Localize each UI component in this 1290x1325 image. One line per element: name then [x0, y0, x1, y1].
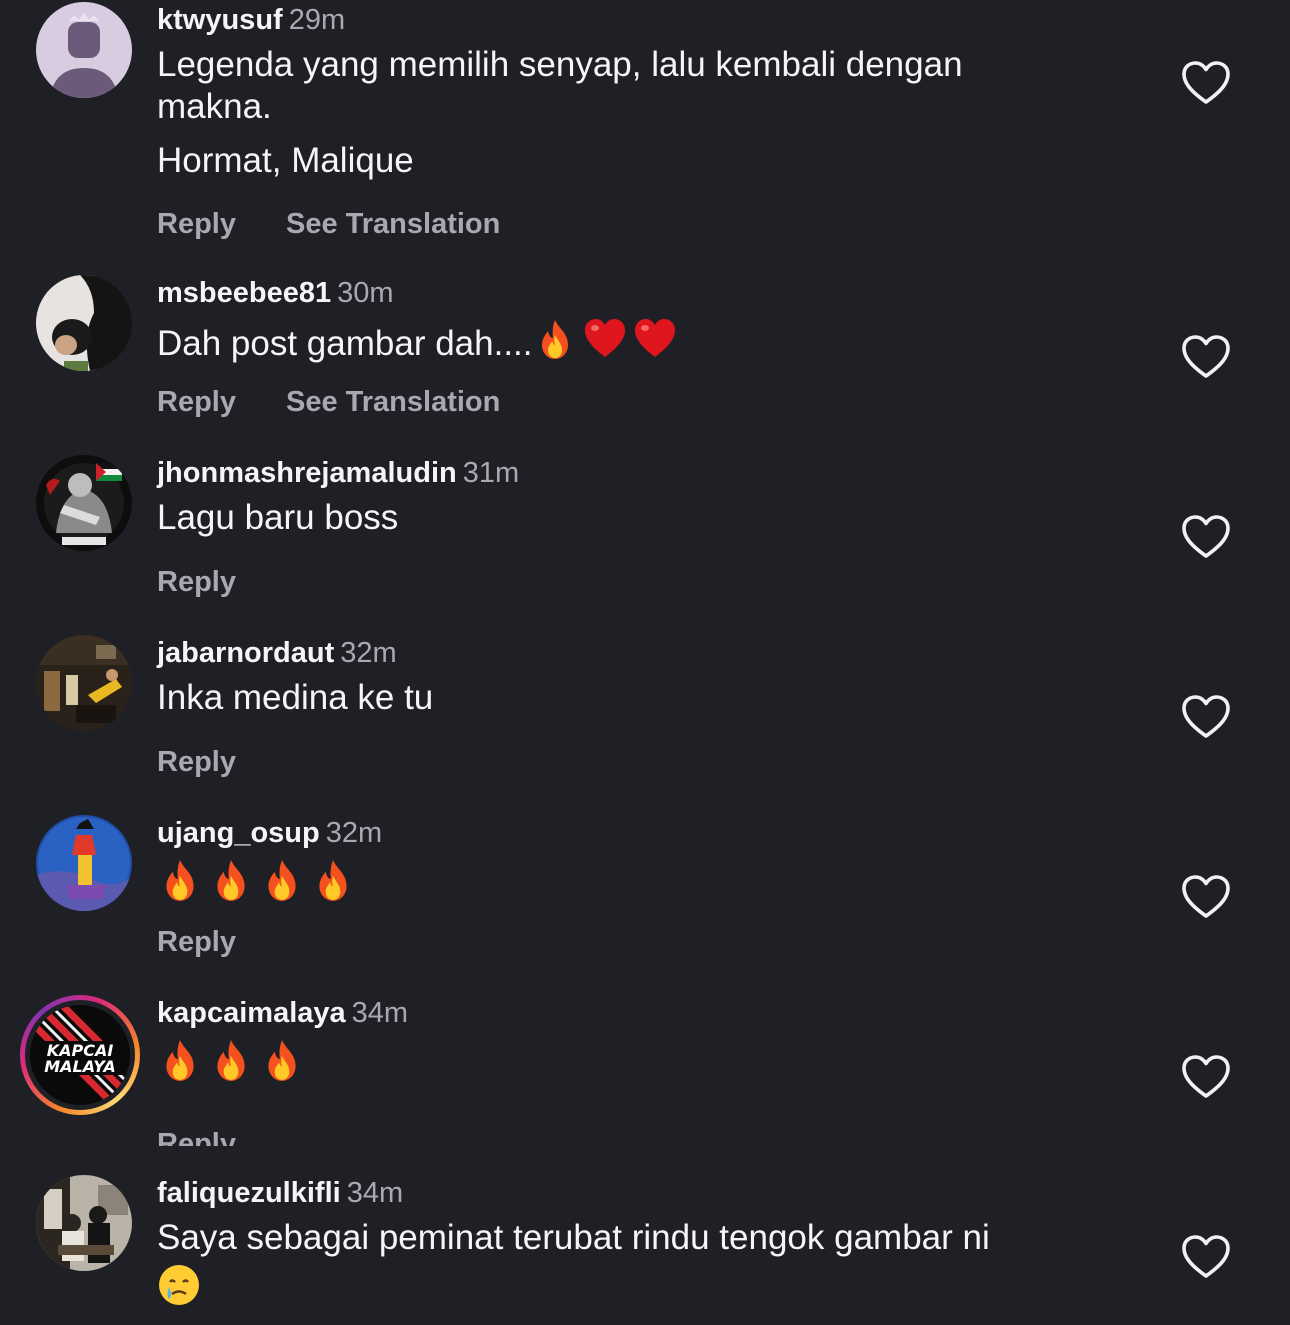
fire-icon — [208, 1037, 254, 1083]
reply-button[interactable]: Reply — [157, 386, 236, 419]
comment-text: Inka medina ke tu — [157, 677, 1147, 719]
avatar[interactable] — [36, 275, 132, 371]
fire-icon — [157, 1037, 203, 1083]
username[interactable]: msbeebee81 — [157, 277, 331, 309]
reply-button[interactable]: Reply — [157, 1128, 236, 1146]
username[interactable]: ujang_osup — [157, 817, 320, 849]
heart-emoji-icon — [633, 317, 677, 361]
comment-text-line: Dah post gambar dah.... — [157, 324, 533, 363]
avatar[interactable] — [36, 635, 132, 731]
username[interactable]: jabarnordaut — [157, 637, 334, 669]
timestamp: 34m — [351, 997, 409, 1029]
timestamp: 32m — [325, 817, 383, 849]
see-translation-button[interactable]: See Translation — [286, 208, 500, 241]
comment-header: faliquezulkifli 34m — [157, 1175, 1147, 1211]
comment-actions: Reply — [157, 926, 1147, 959]
comment-header: ujang_osup 32m — [157, 815, 1147, 851]
comment-text-line: Saya sebagai peminat terubat rindu tengo… — [157, 1218, 990, 1257]
timestamp: 30m — [337, 277, 394, 309]
avatar: KAPCAI MALAYA — [30, 1005, 130, 1105]
like-heart-icon[interactable] — [1181, 1054, 1231, 1100]
username[interactable]: faliquezulkifli — [157, 1177, 341, 1209]
fire-icon — [208, 857, 254, 903]
reply-button[interactable]: Reply — [157, 746, 236, 779]
comment-header: kapcaimalaya 34m — [157, 995, 1147, 1031]
comment-text — [157, 1037, 1147, 1085]
avatar[interactable] — [36, 1175, 132, 1271]
reply-button[interactable]: Reply — [157, 208, 236, 241]
comment-header: jhonmashrejamaludin 31m — [157, 455, 1147, 491]
comment-text: Saya sebagai peminat terubat rindu tengo… — [157, 1217, 1097, 1311]
comment-actions: Reply — [157, 1128, 357, 1146]
like-heart-icon[interactable] — [1181, 60, 1231, 106]
fire-icon — [533, 317, 577, 361]
comment-header: ktwyusuf 29m — [157, 2, 1147, 38]
comment-actions: Reply See Translation — [157, 208, 1147, 241]
comment-text — [157, 857, 1147, 905]
fire-icon — [157, 857, 203, 903]
username[interactable]: jhonmashrejamaludin — [157, 457, 457, 489]
timestamp: 34m — [346, 1177, 404, 1209]
comment-text: Lagu baru boss — [157, 497, 1147, 539]
reply-button[interactable]: Reply — [157, 566, 236, 599]
username[interactable]: kapcaimalaya — [157, 997, 346, 1029]
comment-header: jabarnordaut 32m — [157, 635, 1147, 671]
reply-button[interactable]: Reply — [157, 926, 236, 959]
comment-actions: Reply See Translation — [157, 386, 1147, 419]
avatar[interactable] — [36, 455, 132, 551]
timestamp: 32m — [340, 637, 397, 669]
timestamp: 29m — [288, 4, 346, 36]
comment-actions: Reply — [157, 566, 1147, 599]
fire-icon — [259, 1037, 305, 1083]
comment-text-line: Inka medina ke tu — [157, 678, 434, 717]
sad-tear-emoji-icon — [157, 1263, 201, 1307]
like-heart-icon[interactable] — [1181, 1234, 1231, 1280]
avatar-logo-text: MALAYA — [44, 1057, 115, 1076]
comment-text: Dah post gambar dah.... — [157, 317, 1147, 365]
comment-text-line: Hormat, Malique — [157, 141, 414, 180]
username[interactable]: ktwyusuf — [157, 4, 283, 36]
see-translation-button[interactable]: See Translation — [286, 386, 500, 419]
comment-text-line: Lagu baru boss — [157, 498, 399, 537]
like-heart-icon[interactable] — [1181, 514, 1231, 560]
like-heart-icon[interactable] — [1181, 874, 1231, 920]
comment-header: msbeebee81 30m — [157, 275, 1147, 311]
story-ring[interactable]: KAPCAI MALAYA — [20, 995, 140, 1115]
comment-text: Legenda yang memilih senyap, lalu kembal… — [157, 44, 1057, 182]
avatar[interactable] — [36, 2, 132, 98]
timestamp: 31m — [462, 457, 520, 489]
avatar[interactable] — [36, 815, 132, 911]
like-heart-icon[interactable] — [1181, 334, 1231, 380]
fire-icon — [259, 857, 305, 903]
like-heart-icon[interactable] — [1181, 694, 1231, 740]
comment-actions: Reply — [157, 746, 1147, 779]
comment-text-line: Legenda yang memilih senyap, lalu kembal… — [157, 45, 963, 126]
fire-icon — [310, 857, 356, 903]
heart-emoji-icon — [583, 317, 627, 361]
